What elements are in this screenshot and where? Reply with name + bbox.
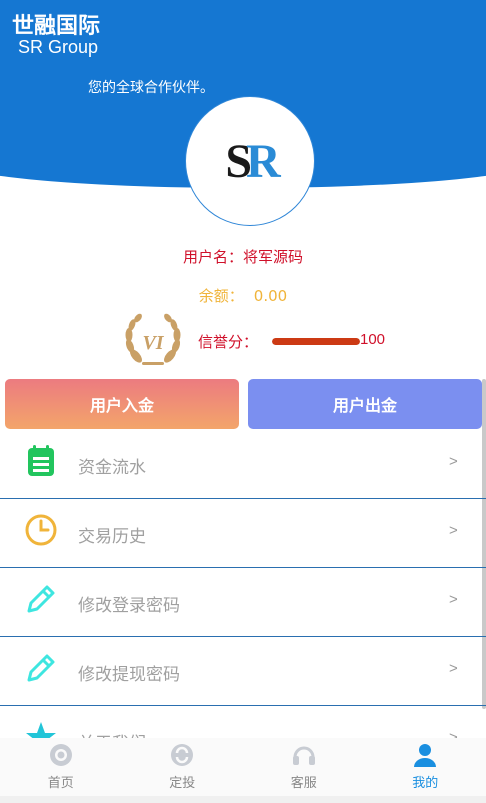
menu-item-change-login-password[interactable]: 修改登录密码 > [0,568,486,637]
clipboard-icon [24,444,58,478]
menu-item-label: 修改登录密码 [78,596,180,616]
menu-item-label: 修改提现密码 [78,665,180,685]
slogan: 您的全球合作伙伴。 [88,80,214,96]
menu-item-label: 资金流水 [78,458,146,478]
star-icon [24,720,58,738]
chevron-right-icon: > [449,729,458,738]
user-icon [412,742,438,768]
deposit-button[interactable]: 用户入金 [5,379,239,429]
credit-score-fill [272,338,360,345]
bottom-strip [0,796,486,803]
username-row: 用户名：将军源码 [0,246,486,267]
credit-score-bar [272,338,360,345]
tab-home[interactable]: 首页 [0,738,122,796]
tab-invest[interactable]: 定投 [122,738,244,796]
withdraw-button[interactable]: 用户出金 [248,379,482,429]
pencil-icon [24,582,58,616]
tab-customer-service[interactable]: 客服 [243,738,365,796]
tab-label: 我的 [412,776,439,791]
chevron-right-icon: > [449,453,458,470]
chevron-right-icon: > [449,660,458,677]
home-icon [48,742,74,768]
credit-score-label: 信誉分： [198,333,259,351]
vip-laurel-icon: VI [122,312,184,370]
svg-text:VI: VI [142,332,164,354]
clock-icon [24,513,58,547]
menu-item-about-us[interactable]: 关于我们 > [0,706,486,738]
bottom-tab-bar: 首页 定投 客服 我的 [0,738,486,796]
credit-score-value: 100 [360,331,386,348]
tab-label: 首页 [47,776,74,791]
chevron-right-icon: > [449,591,458,608]
menu-item-label: 交易历史 [78,527,146,547]
logo-letter-s: S [225,134,252,188]
balance-value: 0.00 [253,287,288,305]
tab-label: 客服 [290,776,317,791]
menu-item-fund-flow[interactable]: 资金流水 > [0,430,486,499]
balance-label: 余额： [198,287,244,305]
invest-icon [169,742,195,768]
tab-label: 定投 [169,776,196,791]
username-value: 将军源码 [243,248,304,266]
brand-name-en: SR Group [18,37,99,57]
pencil-icon [24,651,58,685]
menu-item-change-withdraw-password[interactable]: 修改提现密码 > [0,637,486,706]
menu-list: 资金流水 > 交易历史 > 修改登录密码 > 修改提现密码 > 关于我们 > [0,430,486,738]
chevron-right-icon: > [449,522,458,539]
tab-mine[interactable]: 我的 [365,738,486,796]
menu-item-trade-history[interactable]: 交易历史 > [0,499,486,568]
balance-row: 余额： 0.00 [0,285,486,306]
username-label: 用户名： [182,248,243,266]
menu-item-label: 关于我们 [78,729,146,738]
logo-letter-r: R [246,134,281,188]
company-logo: SR [185,96,315,226]
headset-icon [291,742,317,768]
brand-name-cn: 世融国际 [12,14,101,39]
